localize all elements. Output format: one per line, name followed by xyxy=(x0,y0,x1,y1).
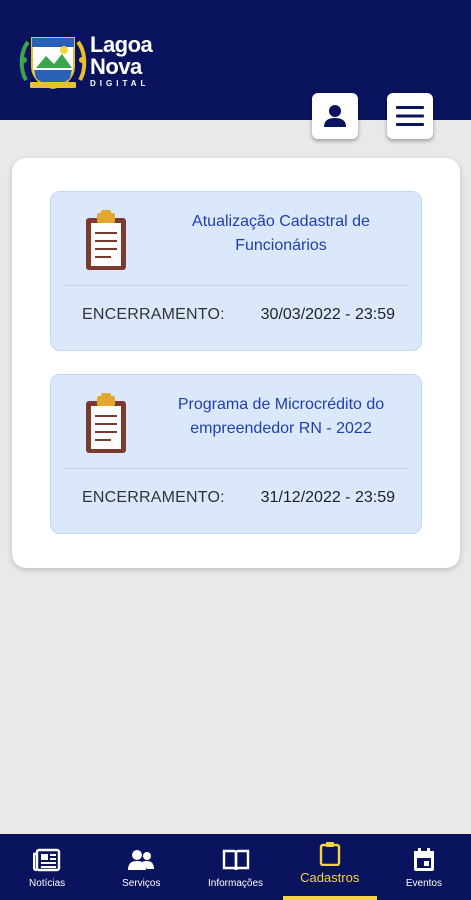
registration-card[interactable]: Programa de Microcrédito do empreendedor… xyxy=(50,374,422,534)
nav-item-eventos[interactable]: Eventos xyxy=(377,834,471,900)
nav-item-informacoes[interactable]: Informações xyxy=(188,834,282,900)
brand-line-1: Lagoa xyxy=(90,32,153,57)
closing-date: 30/03/2022 - 23:59 xyxy=(260,306,395,323)
clipboard-icon xyxy=(86,210,126,270)
lagoa-nova-logo: Lagoa Nova DIGITAL xyxy=(18,30,158,92)
divider xyxy=(63,285,409,286)
registration-title: Programa de Microcrédito do empreendedor… xyxy=(177,396,385,437)
nav-label: Cadastros xyxy=(300,870,360,885)
top-header: Lagoa Nova DIGITAL xyxy=(0,0,471,139)
registrations-panel: Atualização Cadastral de Funcionários EN… xyxy=(12,158,460,568)
user-icon xyxy=(324,105,346,127)
newspaper-icon xyxy=(33,848,61,872)
menu-button[interactable] xyxy=(387,93,433,139)
nav-label: Eventos xyxy=(405,878,442,889)
registration-card[interactable]: Atualização Cadastral de Funcionários EN… xyxy=(50,191,422,351)
bottom-navigation: Notícias Serviços Informações Cadastros … xyxy=(0,834,471,900)
closing-label: ENCERRAMENTO: xyxy=(82,489,225,506)
nav-item-noticias[interactable]: Notícias xyxy=(0,834,94,900)
nav-label: Informações xyxy=(207,878,264,889)
clipboard-icon xyxy=(319,842,340,866)
closing-date: 31/12/2022 - 23:59 xyxy=(260,489,395,506)
closing-label: ENCERRAMENTO: xyxy=(82,306,225,323)
nav-item-servicos[interactable]: Serviços xyxy=(94,834,188,900)
profile-button[interactable] xyxy=(312,93,358,139)
city-emblem-icon xyxy=(19,37,87,90)
clipboard-icon xyxy=(86,393,126,453)
nav-label: Serviços xyxy=(122,878,161,889)
calendar-icon xyxy=(413,848,434,871)
app-screen: Lagoa Nova DIGITAL Atualização Cadastral… xyxy=(0,0,471,900)
nav-label: Notícias xyxy=(29,878,66,889)
book-icon xyxy=(222,849,249,871)
divider xyxy=(63,468,409,469)
brand-line-2: Nova xyxy=(90,54,142,79)
nav-item-cadastros[interactable]: Cadastros xyxy=(282,834,378,900)
hamburger-icon xyxy=(396,106,424,126)
people-icon xyxy=(128,850,155,870)
registration-title: Atualização Cadastral de Funcionários xyxy=(192,213,370,254)
brand-line-3: DIGITAL xyxy=(90,79,150,88)
